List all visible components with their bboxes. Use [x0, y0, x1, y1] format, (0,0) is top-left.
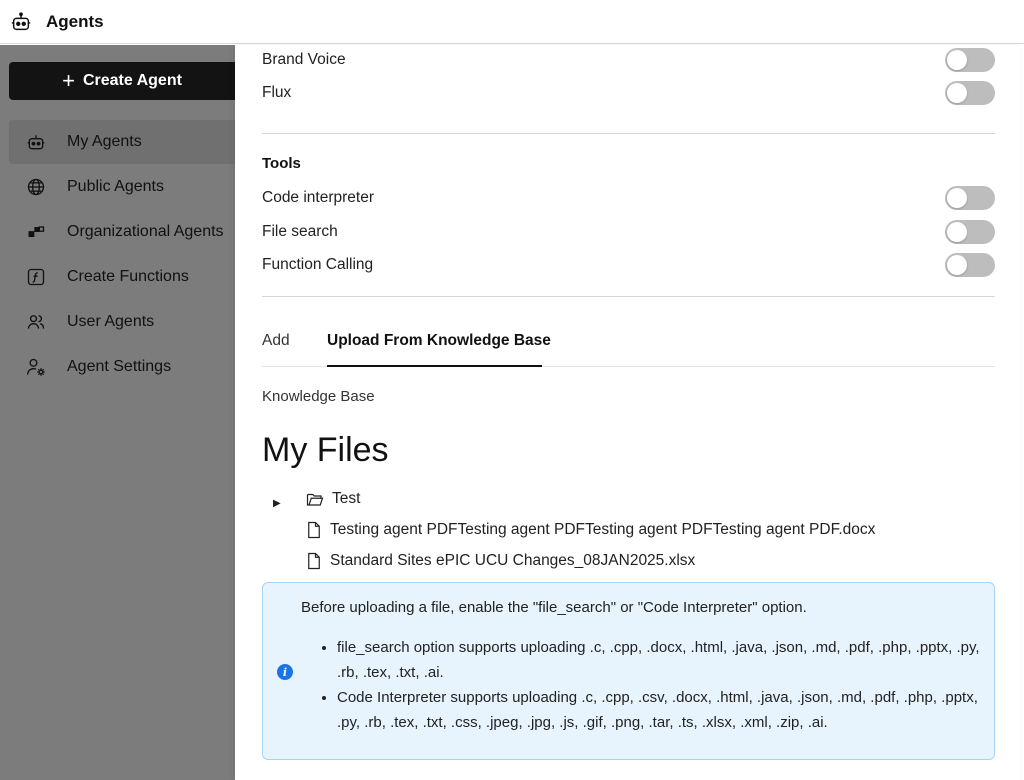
info-icon: i: [277, 664, 293, 680]
tree-file-1[interactable]: Testing agent PDFTesting agent PDFTestin…: [306, 521, 875, 539]
integration-label: Brand Voice: [262, 51, 346, 68]
sidebar-item-label: Agent Settings: [67, 358, 172, 375]
sidebar-item-label: Public Agents: [67, 178, 164, 195]
folder-open-icon: [306, 491, 324, 507]
sidebar-item-label: Create Functions: [67, 268, 189, 285]
robot-icon: [25, 131, 47, 153]
sidebar: + Create Agent My Agents Public Agents O…: [0, 45, 235, 780]
info-intro: Before uploading a file, enable the "fil…: [301, 599, 807, 616]
tree-file-2[interactable]: Standard Sites ePIC UCU Changes_08JAN202…: [306, 552, 695, 570]
sidebar-item-label: Organizational Agents: [67, 223, 224, 240]
info-text: Before uploading a file, enable the "fil…: [301, 595, 981, 735]
sidebar-item-public-agents[interactable]: Public Agents: [9, 165, 235, 209]
tab-add[interactable]: Add: [262, 332, 290, 350]
create-agent-button[interactable]: + Create Agent: [9, 62, 235, 100]
expand-caret-icon[interactable]: ▶: [273, 498, 281, 509]
user-gear-icon: [25, 356, 47, 378]
folder-label: Test: [332, 490, 361, 507]
tool-label: File search: [262, 223, 338, 240]
flux-toggle[interactable]: [945, 81, 995, 105]
create-agent-label: Create Agent: [82, 72, 182, 89]
file-icon: [306, 521, 322, 539]
integration-label: Flux: [262, 84, 292, 101]
code-interpreter-toggle[interactable]: [945, 186, 995, 210]
brand-voice-toggle[interactable]: [945, 48, 995, 72]
my-files-title: My Files: [262, 431, 389, 469]
sidebar-item-my-agents[interactable]: My Agents: [9, 120, 235, 164]
file-icon: [306, 552, 322, 570]
tool-row-function-calling: Function Calling: [262, 252, 995, 278]
agent-config-panel: Brand Voice Flux Tools Code interpreter …: [235, 45, 1020, 780]
tool-row-code-interpreter: Code interpreter: [262, 185, 995, 211]
function-calling-toggle[interactable]: [945, 253, 995, 277]
tab-upload-from-knowledge-base[interactable]: Upload From Knowledge Base: [327, 332, 551, 350]
file-label: Testing agent PDFTesting agent PDFTestin…: [330, 521, 876, 538]
knowledge-base-label: Knowledge Base: [262, 388, 375, 405]
sidebar-item-label: User Agents: [67, 313, 155, 330]
file-search-toggle[interactable]: [945, 220, 995, 244]
divider: [262, 133, 995, 134]
info-bullet: file_search option supports uploading .c…: [337, 635, 981, 685]
upload-info-alert: i Before uploading a file, enable the "f…: [262, 582, 995, 760]
info-bullets: file_search option supports uploading .c…: [301, 635, 981, 735]
users-icon: [25, 311, 47, 333]
plus-icon: +: [62, 68, 75, 93]
upload-tabs: Add Upload From Knowledge Base: [262, 325, 995, 367]
sidebar-item-organizational-agents[interactable]: Organizational Agents: [9, 210, 235, 254]
sidebar-item-create-functions[interactable]: Create Functions: [9, 255, 235, 299]
tree-folder-test[interactable]: Test: [306, 490, 360, 508]
tool-row-file-search: File search: [262, 219, 995, 245]
globe-icon: [25, 176, 47, 198]
app-title: Agents: [46, 11, 104, 31]
sidebar-item-label: My Agents: [67, 133, 142, 150]
active-tab-indicator: [327, 365, 542, 367]
divider: [262, 296, 995, 297]
sidebar-item-user-agents[interactable]: User Agents: [9, 300, 235, 344]
function-icon: [25, 266, 47, 288]
tool-label: Function Calling: [262, 256, 374, 273]
tool-label: Code interpreter: [262, 189, 375, 206]
sidebar-item-agent-settings[interactable]: Agent Settings: [9, 345, 235, 389]
robot-icon: [10, 11, 32, 33]
integration-row-brand-voice: Brand Voice: [262, 47, 995, 73]
info-bullet: Code Interpreter supports uploading .c, …: [337, 685, 981, 735]
org-blocks-icon: [25, 221, 47, 243]
top-bar: Agents: [0, 0, 1024, 44]
tools-section-title: Tools: [262, 155, 301, 172]
integration-row-flux: Flux: [262, 80, 995, 106]
file-label: Standard Sites ePIC UCU Changes_08JAN202…: [330, 552, 696, 569]
